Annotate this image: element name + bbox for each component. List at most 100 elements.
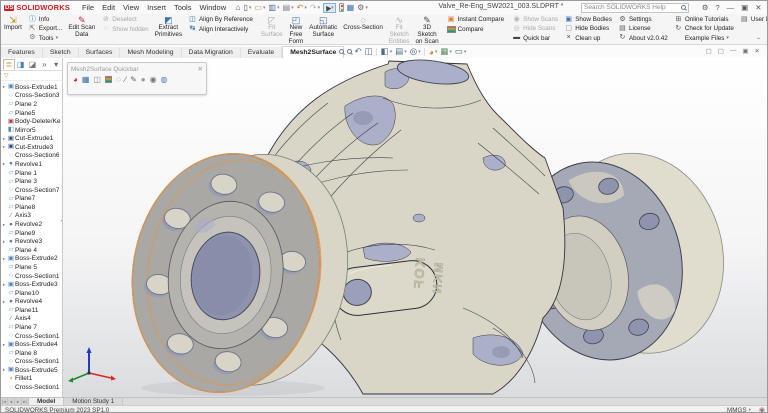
tree-filter-row[interactable]: ▽ — [1, 71, 62, 81]
tab-evaluate[interactable]: Evaluate — [241, 47, 282, 58]
tab-features[interactable]: Features — [1, 47, 43, 58]
gear-icon[interactable]: ⚙▾ — [357, 4, 368, 12]
configurationmanager-tab[interactable]: ◪ — [27, 59, 39, 70]
tree-item-boss-extrude5[interactable]: ▸▣Boss-Extrude5 — [1, 366, 62, 375]
tree-item-cut-extrude3[interactable]: ▸▣Cut-Extrude3 — [1, 143, 62, 152]
ribbon-info-button[interactable]: ⓘInfo — [28, 15, 62, 24]
ribbon-example-files-button[interactable]: Example Files▾ — [674, 34, 734, 43]
ribbon-show-bodies-button[interactable]: ▣Show Bodies — [564, 15, 612, 24]
ribbon-automatic-surface-button[interactable]: ◱AutomaticSurface — [306, 14, 340, 44]
mesh-table-icon[interactable]: ▦ — [82, 75, 90, 84]
menu-file[interactable]: File — [78, 3, 98, 12]
menu-view[interactable]: View — [119, 3, 143, 12]
help-icon[interactable]: ? — [712, 3, 723, 12]
point-selection-icon[interactable]: ● — [141, 75, 146, 84]
zoom-to-fit-button[interactable] — [339, 49, 344, 54]
tree-item-plane-8[interactable]: ▱Plane 8 — [1, 349, 62, 358]
tree-item-cross-section1[interactable]: ○Cross-Section1 — [1, 383, 62, 392]
ribbon-license-button[interactable]: ▤License — [618, 24, 668, 33]
apply-scene-button[interactable]: ▦▾ — [440, 46, 452, 57]
target-icon[interactable]: ◉ — [150, 75, 157, 84]
ribbon-align-interactively-button[interactable]: ↹Align Interactively — [188, 25, 253, 35]
tab-nav-button[interactable]: ◂ — [8, 398, 15, 405]
filter-funnel-icon[interactable]: ▽ — [4, 72, 9, 79]
doc-minimize-button[interactable]: — — [727, 47, 740, 55]
deviation-analysis-icon[interactable]: ◕ — [73, 75, 78, 84]
ribbon-compare-button[interactable]: Compare — [447, 25, 505, 35]
ribbon-export-button[interactable]: ⇱Export... — [28, 24, 62, 33]
menu-window[interactable]: Window — [195, 3, 230, 12]
tab-nav-button[interactable]: |◂ — [1, 398, 8, 405]
menu-tools[interactable]: Tools — [170, 3, 196, 12]
line-selection-icon[interactable]: ∕ — [125, 75, 126, 84]
redo-icon[interactable]: ↷▾ — [310, 4, 320, 12]
doc-restore-button[interactable]: ▣ — [739, 47, 751, 55]
mesh2surface-quickbar[interactable]: Mesh2Surface Quickbar ✕ ◕▦◫◌∕✎●◉◍ — [67, 62, 207, 95]
view-settings-button[interactable]: ▭▾ — [455, 46, 467, 57]
graphics-viewport[interactable]: KOF MKN — [63, 58, 768, 397]
ribbon-edit-scan-data-button[interactable]: ✎Edit ScanData — [65, 14, 98, 44]
home-icon[interactable]: ⌂ — [236, 4, 241, 12]
tree-item-plane5[interactable]: ▱Plane5 — [1, 109, 62, 118]
ribbon-online-tutorials-button[interactable]: ⊞Online Tutorials — [674, 15, 734, 24]
tree-item-axis4[interactable]: ∕Axis4 — [1, 315, 62, 324]
tree-item-body-delete-ke[interactable]: ▣Body-Delete/Ke — [1, 117, 62, 126]
ribbon-extract-primitives-button[interactable]: ◩ExtractPrimitives — [152, 14, 185, 44]
tree-item-plane-2[interactable]: ▱Plane 2 — [1, 100, 62, 109]
ribbon-clean-up-button[interactable]: ×Clean up — [564, 34, 612, 43]
print-icon[interactable]: ▤▾ — [283, 4, 294, 12]
reference-plane-icon[interactable]: ◫ — [93, 75, 101, 84]
reference-triad[interactable] — [68, 347, 116, 383]
ribbon-quick-bar-button[interactable]: ▬Quick bar — [512, 34, 558, 43]
new-document-icon[interactable]: ▯▾ — [243, 4, 251, 12]
tree-item-revolve3[interactable]: ▸●Revolve3 — [1, 237, 62, 246]
tree-item-plane-5[interactable]: ▱Plane 5 — [1, 263, 62, 272]
tree-item-plane11[interactable]: ▱Plane11 — [1, 306, 62, 315]
rebuild-traffic-light-icon[interactable] — [339, 3, 344, 12]
menu-insert[interactable]: Insert — [143, 3, 170, 12]
sphere-icon[interactable]: ◍ — [161, 75, 168, 84]
quickbar-close-icon[interactable]: ✕ — [198, 65, 203, 73]
tree-item-cross-section7[interactable]: ○Cross-Section7 — [1, 186, 62, 195]
tree-item-boss-extrude3[interactable]: ▸▣Boss-Extrude3 — [1, 280, 62, 289]
minimize-button[interactable]: — — [723, 3, 738, 12]
settings-gear-icon[interactable]: ⚙ — [698, 3, 712, 12]
ribbon-3d-sketch-on-scan-button[interactable]: ✎3DSketchon Scan — [413, 14, 442, 44]
tree-item-cut-extrude1[interactable]: ▸▣Cut-Extrude1 — [1, 134, 62, 143]
doc-properties-button[interactable]: ▢ — [703, 47, 715, 55]
save-icon[interactable]: ▥▾ — [268, 4, 279, 12]
status-tag-icon[interactable]: ◉ — [759, 406, 765, 413]
tree-item-plane-1[interactable]: ▱Plane 1 — [1, 169, 62, 178]
tree-item-plane-7[interactable]: ▱Plane 7 — [1, 323, 62, 332]
ribbon-collapse-icon[interactable]: ⌃ — [756, 37, 761, 44]
tree-item-plane-4[interactable]: ▱Plane 4 — [1, 246, 62, 255]
search-box[interactable]: Search SOLIDWORKS Help — [581, 3, 689, 13]
ribbon-tools-button[interactable]: ⚙Tools▾ — [28, 34, 62, 43]
tree-item-axis3[interactable]: ∕Axis3 — [1, 212, 62, 221]
menu-edit[interactable]: Edit — [98, 3, 119, 12]
tree-item-boss-extrude4[interactable]: ▸▣Boss-Extrude4 — [1, 340, 62, 349]
doc-close-button[interactable]: ✕ — [752, 47, 763, 55]
featuremanager-tab[interactable]: ≣ — [3, 59, 15, 70]
tree-item-boss-extrude2[interactable]: ▸▣Boss-Extrude2 — [1, 255, 62, 264]
tab-surfaces[interactable]: Surfaces — [79, 47, 121, 58]
view-orientation-button[interactable]: ◧▾ — [381, 46, 393, 57]
ribbon-user-manual-button[interactable]: ▤User Manual — [740, 15, 768, 25]
tree-item-cross-section3[interactable]: ○Cross-Section3 — [1, 92, 62, 101]
search-icon[interactable] — [681, 5, 686, 10]
open-icon[interactable]: ▭▾ — [254, 4, 265, 12]
tab-mesh-modeling[interactable]: Mesh Modeling — [120, 47, 181, 58]
ribbon-import-button[interactable]: ⇲Import — [1, 14, 25, 44]
tree-item-plane-3[interactable]: ▱Plane 3 — [1, 177, 62, 186]
tree-item-plane10[interactable]: ▱Plane10 — [1, 289, 62, 298]
options-icon[interactable]: ▦ — [347, 4, 355, 12]
ribbon-instant-compare-button[interactable]: ▣Instant Compare — [447, 15, 505, 25]
brush-selection-icon[interactable]: ✎ — [130, 75, 137, 84]
undo-icon[interactable]: ↶▾ — [297, 4, 307, 12]
edit-appearance-button[interactable]: ◕▾ — [429, 47, 438, 57]
tree-item-cross-section1[interactable]: ○Cross-Section1 — [1, 358, 62, 367]
valve-model-svg[interactable]: KOF MKN — [63, 58, 768, 397]
unit-system[interactable]: MMGS — [727, 407, 747, 413]
ribbon-align-by-reference-button[interactable]: ◫Align By Reference — [188, 15, 253, 25]
more-tabs[interactable]: » — [38, 59, 50, 70]
